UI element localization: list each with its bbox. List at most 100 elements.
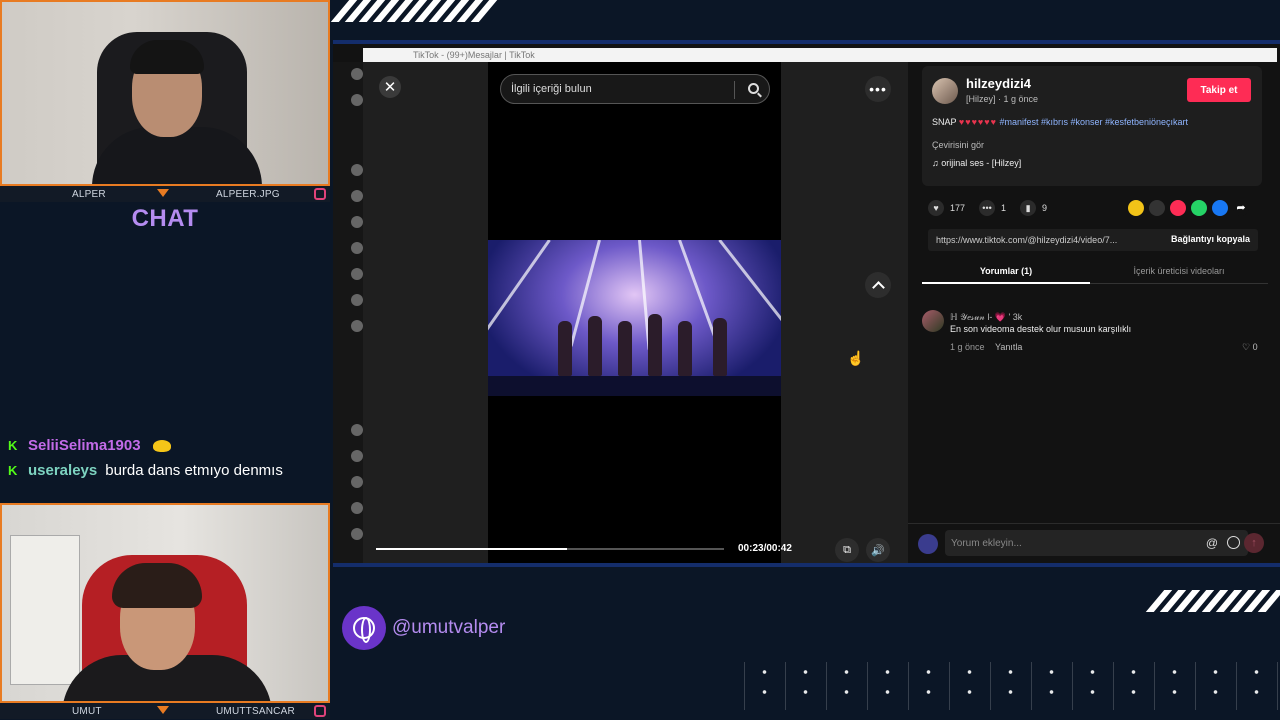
comment-like-count: 0 [1252,342,1258,352]
account-avatar-icon[interactable] [351,268,363,280]
chat-username: SeliiSelima1903 [28,437,141,454]
share-arrow-icon[interactable]: ➦ [1233,200,1249,216]
heart-outline-icon: ♡ [1242,342,1251,352]
sound-name: orijinal ses - [Hilzey] [941,158,1022,168]
top-webcam-namebar: ALPER ALPEER.JPG [0,186,330,202]
emoji-icon[interactable] [1227,536,1240,549]
search-placeholder: İlgili içeriği bulun [511,83,592,95]
account-avatar-icon[interactable] [351,164,363,176]
action-bar: ♥ 177 ••• 1 ▮ 9 [928,200,1047,216]
heart-icon: ♥ [928,200,944,216]
dot-grid-decoration [744,662,1280,710]
send-comment-button[interactable]: ↑ [1244,533,1264,553]
sound-link[interactable]: ♫ orijinal ses - [Hilzey] [932,158,1021,168]
stripes-decoration [1145,590,1280,612]
account-avatar-icon[interactable] [351,320,363,332]
description-prefix: SNAP [932,117,957,127]
top-cam-name-right: ALPEER.JPG [216,188,280,200]
user-avatar [918,534,938,554]
tab-title[interactable]: TikTok - (99+)Mesajlar | TikTok [413,50,535,60]
post-description: SNAP ♥♥♥♥♥♥ #manifest #kıbrıs #konser #k… [932,116,1252,128]
background-sidebar [333,62,363,563]
explore-icon[interactable] [351,94,363,106]
details-panel: hilzeydizi4 [Hilzey] · 1 g önce Takip et… [908,62,1280,563]
handle-text: @umutvalper [392,617,506,638]
comment-icon: ••• [979,200,996,216]
save-button[interactable]: ▮ 9 [1020,200,1047,216]
bottom-cam-name-right: UMUTTSANCAR [216,705,295,717]
video-progress-bar[interactable] [376,548,724,550]
send-to-friends-icon[interactable] [1170,200,1186,216]
chat-message: K useraleys burda dans etmıyo denmıs [8,462,283,479]
volume-button[interactable]: 🔊 [866,538,890,562]
chevron-up-icon [871,280,885,294]
instagram-icon [314,705,326,717]
triangle-icon [157,706,169,714]
whatsapp-icon[interactable] [1191,200,1207,216]
stripes-decoration [330,0,498,22]
history-icon[interactable] [351,450,363,462]
like-icon[interactable] [351,528,363,540]
account-avatar-icon[interactable] [351,190,363,202]
copy-link-button[interactable]: Bağlantıyı kopyala [1171,234,1250,244]
reply-button[interactable]: Yanıtla [995,342,1022,352]
bottom-webcam-namebar: UMUT UMUTTSANCAR [0,703,330,719]
tab-creator-videos[interactable]: İçerik üreticisi videoları [1090,258,1268,284]
profile-icon[interactable] [351,424,363,436]
emote-icon [152,439,171,452]
browser-window: TikTok - (99+)Mesajlar | TikTok ✕ İlgili… [333,44,1280,563]
video-link[interactable]: https://www.tiktok.com/@hilzeydizi4/vide… [936,235,1117,245]
embed-icon[interactable] [1149,200,1165,216]
save-count: 9 [1042,203,1048,213]
comment-meta: 1 g önce Yanıtla [950,342,1022,352]
menu-icon[interactable] [351,476,363,488]
comment-username[interactable]: ℍ 𝒴𝑒𝓈𝓊𝓃 l- 💗 ' 3k [950,312,1022,323]
mouse-cursor-icon: ☝ [847,350,865,366]
commenter-avatar[interactable] [922,310,944,332]
account-avatar-icon[interactable] [351,294,363,306]
author-meta: [Hilzey] · 1 g önce [966,94,1039,104]
bottom-webcam [0,503,330,703]
hearts-icons: ♥♥♥♥♥♥ [958,117,997,127]
music-note-icon: ♫ [932,158,939,168]
comment-composer: Yorum ekleyin... @ ↑ [908,523,1280,563]
like-button[interactable]: ♥ 177 [928,200,965,216]
comment-button[interactable]: ••• 1 [979,200,1006,216]
close-button[interactable]: ✕ [379,76,401,98]
comment-time: 1 g önce [950,342,985,352]
see-translation-link[interactable]: Çevirisini gör [932,140,984,150]
clock-icon[interactable] [351,502,363,514]
chat-username: useraleys [28,462,98,479]
comment-placeholder: Yorum ekleyin... [951,537,1022,549]
search-icon[interactable] [748,83,759,94]
author-name[interactable]: hilzeydizi4 [966,76,1031,91]
chat-message: K SeliiSelima1903 [8,437,171,454]
bottom-cam-name-left: UMUT [72,705,102,717]
window-frame-bottom [333,563,1280,567]
follow-button[interactable]: Takip et [1187,78,1251,102]
search-input[interactable]: İlgili içeriği bulun [500,74,770,104]
top-webcam [0,0,330,186]
account-avatar-icon[interactable] [351,242,363,254]
previous-video-button[interactable] [865,272,891,298]
triangle-icon [157,189,169,197]
video-progress-fill [376,548,568,550]
floating-player-button[interactable]: ⧉ [835,538,859,562]
browser-titlebar: TikTok - (99+)Mesajlar | TikTok [363,48,1277,62]
comment-text: En son videoma destek olur musuun karşıl… [950,324,1132,334]
comment-like-button[interactable]: ♡ 0 [1242,342,1258,353]
more-options-button[interactable]: ••• [865,76,891,102]
concert-frame [488,240,781,396]
facebook-icon[interactable] [1212,200,1228,216]
tab-comments[interactable]: Yorumlar (1) [922,258,1090,284]
repost-icon[interactable] [1128,200,1144,216]
post-hashtags[interactable]: #manifest #kıbrıs #konser #kesfetbeniöne… [999,117,1188,127]
comment-input[interactable]: Yorum ekleyin... @ [945,530,1248,556]
mention-icon[interactable]: @ [1206,536,1218,550]
panel-tabs: Yorumlar (1) İçerik üreticisi videoları [922,258,1268,284]
author-avatar[interactable] [932,78,958,104]
video-player[interactable] [488,62,781,563]
account-avatar-icon[interactable] [351,216,363,228]
like-count: 177 [950,203,966,213]
home-icon[interactable] [351,68,363,80]
